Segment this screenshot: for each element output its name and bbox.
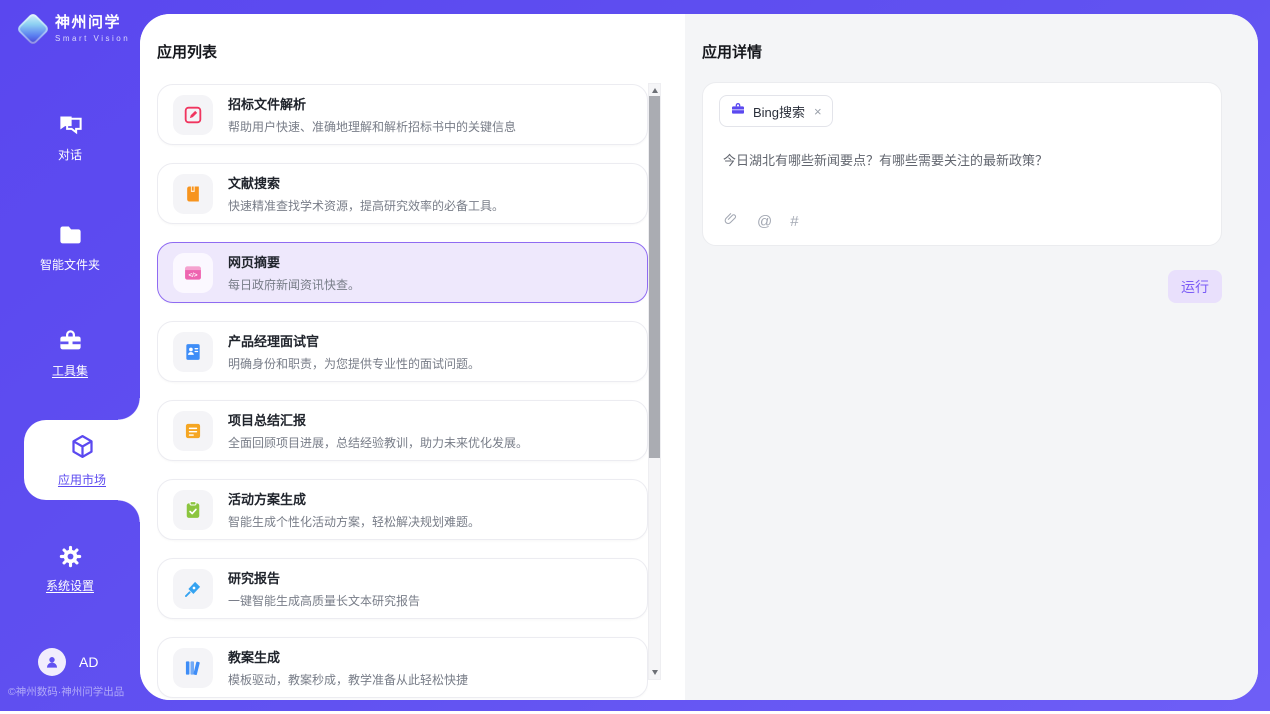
ink-pen-icon: [173, 569, 213, 609]
sidebar-item-smart-folder[interactable]: 智能文件夹: [0, 222, 140, 273]
app-list-item[interactable]: 活动方案生成 智能生成个性化活动方案，轻松解决规划难题。: [157, 479, 648, 540]
avatar: [38, 648, 66, 676]
at-icon[interactable]: @: [757, 214, 772, 229]
app-list-item-selected[interactable]: </> 网页摘要 每日政府新闻资讯快查。: [157, 242, 648, 303]
brand-logo: 神州问学 Smart Vision: [18, 15, 130, 43]
app-list-title: 应用列表: [157, 41, 217, 62]
app-name: 活动方案生成: [228, 489, 480, 508]
app-desc: 明确身份和职责，为您提供专业性的面试问题。: [228, 355, 480, 372]
folder-icon: [57, 222, 84, 249]
app-list-panel: 应用列表 招标文件解析 帮助用户快速、准确地理解和解析招标书中的关键信息: [140, 14, 685, 700]
book-icon: [173, 174, 213, 214]
brand-subtitle: Smart Vision: [55, 34, 130, 43]
app-name: 教案生成: [228, 647, 468, 666]
app-desc: 全面回顾项目进展，总结经验教训，助力未来优化发展。: [228, 434, 528, 451]
app-desc: 快速精准查找学术资源，提高研究效率的必备工具。: [228, 197, 504, 214]
prompt-text[interactable]: 今日湖北有哪些新闻要点？有哪些需要关注的最新政策？: [723, 151, 1201, 171]
user-badge[interactable]: AD: [38, 648, 98, 676]
app-name: 网页摘要: [228, 252, 360, 271]
app-list-item[interactable]: 招标文件解析 帮助用户快速、准确地理解和解析招标书中的关键信息: [157, 84, 648, 145]
svg-text:</>: </>: [188, 271, 197, 278]
chat-icon: [57, 112, 84, 139]
app-name: 招标文件解析: [228, 94, 516, 113]
run-row: 运行: [702, 270, 1222, 303]
app-name: 研究报告: [228, 568, 420, 587]
tool-chip-bing-search[interactable]: Bing搜索 ×: [719, 95, 833, 127]
run-button[interactable]: 运行: [1168, 270, 1222, 303]
app-list-item[interactable]: 研究报告 一键智能生成高质量长文本研究报告: [157, 558, 648, 619]
app-desc: 一键智能生成高质量长文本研究报告: [228, 592, 420, 609]
attachment-toolbar: @ #: [723, 211, 799, 232]
main-content: 应用列表 招标文件解析 帮助用户快速、准确地理解和解析招标书中的关键信息: [140, 14, 1258, 700]
resume-icon: [173, 332, 213, 372]
sidebar-item-label: 应用市场: [58, 471, 106, 488]
prompt-card: Bing搜索 × 今日湖北有哪些新闻要点？有哪些需要关注的最新政策？ @ #: [702, 82, 1222, 246]
sidebar-item-label: 系统设置: [46, 577, 94, 594]
copyright-footer: ©神州数码·神州问学出品: [8, 684, 124, 699]
briefcase-icon: [730, 101, 746, 122]
diamond-logo-icon: [16, 12, 50, 46]
app-name: 文献搜索: [228, 173, 504, 192]
app-list-item[interactable]: 产品经理面试官 明确身份和职责，为您提供专业性的面试问题。: [157, 321, 648, 382]
sidebar-item-toolset[interactable]: 工具集: [0, 328, 140, 379]
app-list-item[interactable]: 文献搜索 快速精准查找学术资源，提高研究效率的必备工具。: [157, 163, 648, 224]
books-icon: [173, 648, 213, 688]
app-detail-title: 应用详情: [702, 41, 762, 62]
app-name: 项目总结汇报: [228, 410, 528, 429]
app-desc: 模板驱动，教案秒成，教学准备从此轻松快捷: [228, 671, 468, 688]
app-name: 产品经理面试官: [228, 331, 480, 350]
sidebar-item-label: 对话: [58, 146, 82, 163]
app-list: 招标文件解析 帮助用户快速、准确地理解和解析招标书中的关键信息 文献搜索: [157, 84, 648, 700]
user-initials: AD: [79, 654, 98, 670]
sidebar-item-label: 智能文件夹: [40, 256, 100, 273]
note-icon: [173, 411, 213, 451]
scrollbar-thumb[interactable]: [649, 96, 660, 458]
app-desc: 智能生成个性化活动方案，轻松解决规划难题。: [228, 513, 480, 530]
sidebar-item-label: 工具集: [52, 362, 88, 379]
clipboard-check-icon: [173, 490, 213, 530]
app-desc: 每日政府新闻资讯快查。: [228, 276, 360, 293]
brand-name: 神州问学: [55, 15, 130, 32]
close-icon[interactable]: ×: [814, 104, 822, 119]
pen-square-icon: [173, 95, 213, 135]
hash-icon[interactable]: #: [790, 214, 798, 229]
app-detail-panel: 应用详情 Bing搜索 × 今日湖北有哪些新闻要点？有哪些需要关注的最新政策？: [685, 14, 1258, 700]
gear-icon: [57, 543, 84, 570]
sidebar-item-chat[interactable]: 对话: [0, 112, 140, 163]
list-scrollbar[interactable]: [648, 83, 661, 680]
sidebar-item-settings[interactable]: 系统设置: [0, 543, 140, 594]
paperclip-icon[interactable]: [723, 211, 739, 232]
sidebar-item-app-market[interactable]: 应用市场: [24, 420, 140, 500]
app-window: 神州问学 Smart Vision 对话 智能文件夹: [0, 0, 1270, 714]
app-list-item[interactable]: 教案生成 模板驱动，教案秒成，教学准备从此轻松快捷: [157, 637, 648, 698]
toolbox-icon: [57, 328, 84, 355]
browser-code-icon: </>: [173, 253, 213, 293]
tool-chip-label: Bing搜索: [753, 102, 805, 121]
app-list-item[interactable]: 项目总结汇报 全面回顾项目进展，总结经验教训，助力未来优化发展。: [157, 400, 648, 461]
cube-icon: [69, 433, 96, 465]
app-desc: 帮助用户快速、准确地理解和解析招标书中的关键信息: [228, 118, 516, 135]
scroll-down-icon[interactable]: [649, 666, 660, 679]
